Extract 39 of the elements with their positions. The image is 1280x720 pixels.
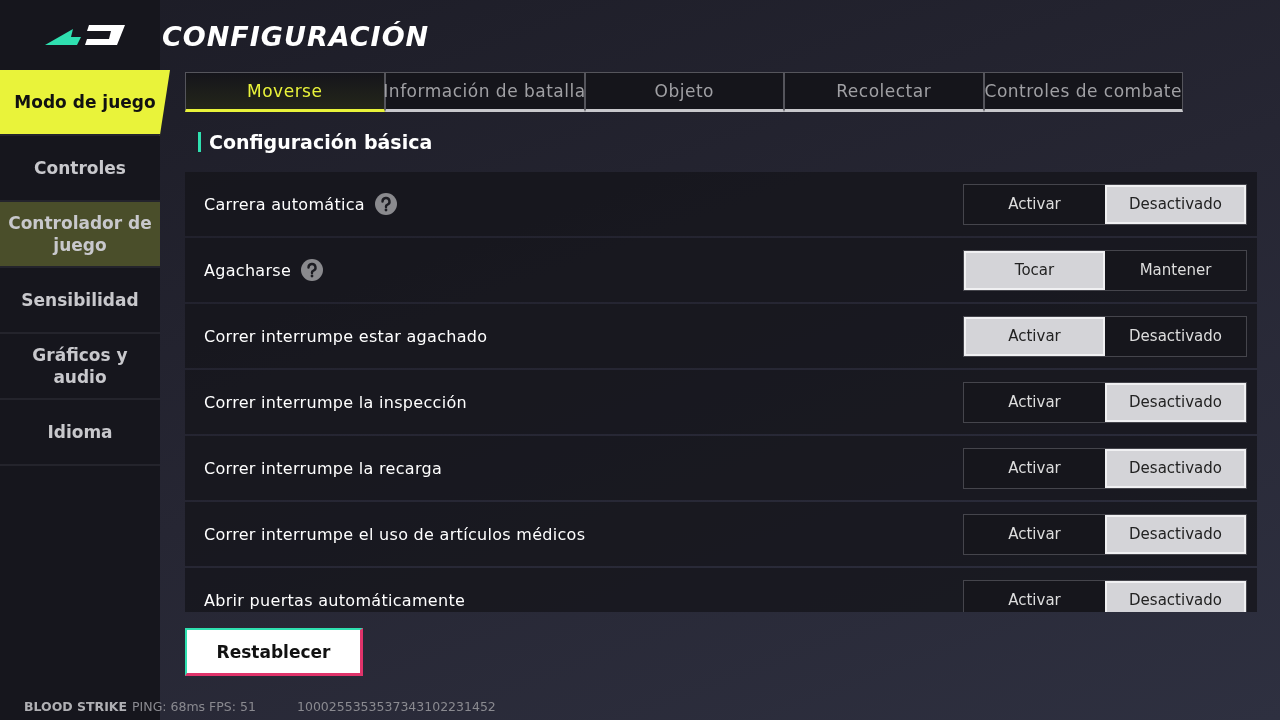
sidebar-item[interactable]: Controlador de juego xyxy=(0,202,160,268)
tab[interactable]: Moverse xyxy=(185,72,385,112)
sidebar-item[interactable]: Modo de juego xyxy=(0,70,170,136)
logo-icon xyxy=(45,23,125,47)
setting-label: Correr interrumpe la recarga xyxy=(204,458,443,478)
section-title: Configuración básica xyxy=(209,131,433,153)
option-button[interactable]: Activar xyxy=(964,580,1105,612)
option-button[interactable]: Tocar xyxy=(964,250,1105,290)
reset-button[interactable]: Restablecer xyxy=(185,628,363,676)
option-button[interactable]: Desactivado xyxy=(1105,316,1246,356)
setting-label: Correr interrumpe el uso de artículos médicos xyxy=(204,524,586,544)
sidebar-item[interactable]: Gráficos y audio xyxy=(0,334,160,400)
setting-label: Abrir puertas automáticamente xyxy=(204,590,466,610)
setting-label: Correr interrumpe la inspección xyxy=(204,392,467,412)
option-button[interactable]: Activar xyxy=(964,382,1105,422)
game-name: BLOOD STRIKE xyxy=(24,699,128,714)
help-icon[interactable] xyxy=(301,259,324,281)
help-icon[interactable] xyxy=(374,193,397,215)
sidebar-item[interactable]: Sensibilidad xyxy=(0,268,160,334)
option-button[interactable]: Mantener xyxy=(1105,250,1246,290)
performance-stats: PING: 68ms FPS: 51 xyxy=(132,699,256,714)
option-button[interactable]: Activar xyxy=(964,448,1105,488)
tab[interactable]: Objeto xyxy=(584,72,784,112)
tab[interactable]: Controles de combate xyxy=(983,72,1183,112)
tab[interactable]: Información de batalla xyxy=(384,72,585,112)
option-button[interactable]: Activar xyxy=(964,514,1105,554)
user-id: 1000255353537343102231452 xyxy=(297,699,496,714)
setting-label: Agacharse xyxy=(204,260,292,280)
option-button[interactable]: Desactivado xyxy=(1105,514,1246,554)
option-button[interactable]: Activar xyxy=(964,316,1105,356)
sidebar-item[interactable]: Idioma xyxy=(0,400,160,466)
tab[interactable]: Recolectar xyxy=(784,72,984,112)
setting-label: Correr interrumpe estar agachado xyxy=(204,326,488,346)
page-title: CONFIGURACIÓN xyxy=(162,19,431,54)
option-button[interactable]: Desactivado xyxy=(1105,382,1246,422)
option-button[interactable]: Desactivado xyxy=(1105,184,1246,224)
option-button[interactable]: Desactivado xyxy=(1105,580,1246,612)
option-button[interactable]: Desactivado xyxy=(1105,448,1246,488)
setting-label: Carrera automática xyxy=(204,194,365,214)
